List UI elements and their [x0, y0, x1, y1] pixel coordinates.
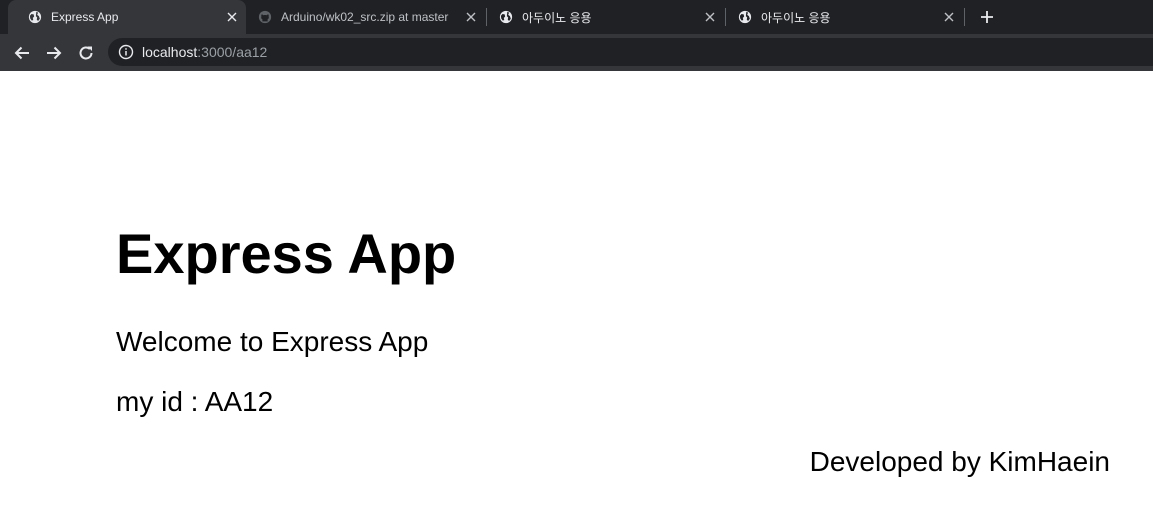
tab-close-icon[interactable] — [223, 8, 241, 26]
new-tab-button[interactable] — [977, 7, 997, 27]
arrow-left-icon — [14, 46, 29, 60]
page-content: Express App Welcome to Express App my id… — [0, 71, 1153, 505]
browser-window: Express App Arduino/wk02_src.zip at mast… — [0, 0, 1153, 505]
tab-close-icon[interactable] — [462, 8, 480, 26]
tab-strip: Express App Arduino/wk02_src.zip at mast… — [0, 0, 1153, 34]
page-heading: Express App — [116, 222, 457, 285]
browser-toolbar: localhost:3000/aa12 — [0, 34, 1153, 71]
forward-button[interactable] — [42, 41, 66, 65]
tab-title: Express App — [51, 10, 119, 24]
globe-icon — [738, 10, 752, 24]
tab-separator — [964, 8, 965, 26]
back-button[interactable] — [10, 41, 34, 65]
url-path: :3000/aa12 — [197, 44, 268, 60]
tab-arduino-app-2[interactable]: 아두이노 응용 — [726, 0, 964, 34]
tab-title: 아두이노 응용 — [522, 10, 592, 25]
developer-credit: Developed by KimHaein — [809, 446, 1110, 477]
github-icon — [258, 10, 272, 24]
welcome-text: Welcome to Express App — [116, 326, 429, 357]
arrow-right-icon — [47, 46, 62, 60]
tab-express-app[interactable]: Express App — [8, 0, 246, 34]
tab-close-icon[interactable] — [940, 8, 958, 26]
globe-icon — [499, 10, 513, 24]
tab-title: Arduino/wk02_src.zip at master — [281, 10, 449, 24]
reload-button[interactable] — [74, 41, 98, 65]
tab-close-icon[interactable] — [701, 8, 719, 26]
tab-arduino-app-1[interactable]: 아두이노 응용 — [487, 0, 725, 34]
plus-icon — [981, 11, 993, 23]
address-bar[interactable]: localhost:3000/aa12 — [108, 38, 1153, 66]
tab-title: 아두이노 응용 — [761, 10, 831, 25]
reload-icon — [79, 46, 93, 60]
info-icon[interactable] — [118, 44, 134, 60]
globe-icon — [28, 10, 42, 24]
my-id-text: my id : AA12 — [116, 386, 274, 417]
url-host: localhost — [142, 44, 198, 60]
tab-arduino-github[interactable]: Arduino/wk02_src.zip at master — [246, 0, 486, 34]
url-text: localhost:3000/aa12 — [142, 44, 267, 60]
